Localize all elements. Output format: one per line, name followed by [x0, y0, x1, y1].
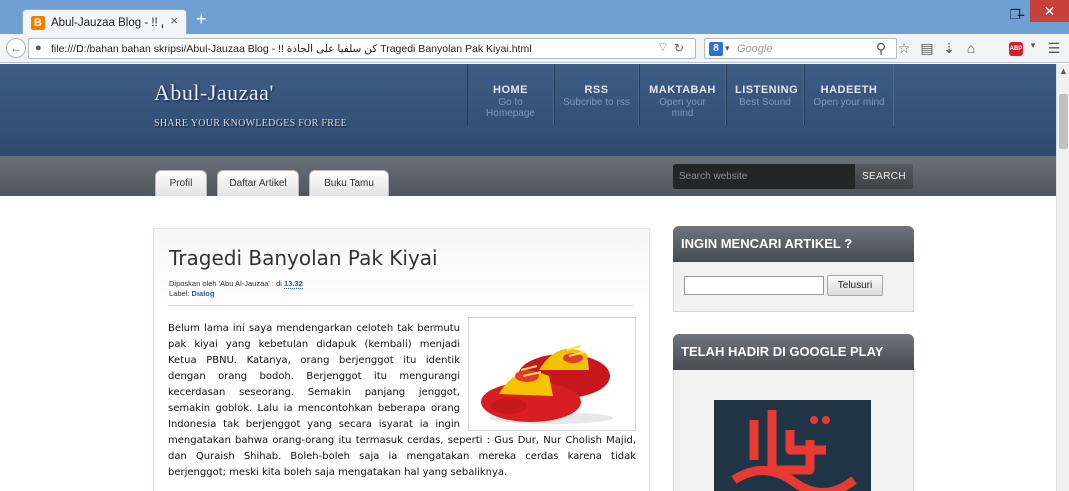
page-scrollbar[interactable]: ▲ — [1056, 64, 1069, 491]
site-header: Abul-Jauzaa' SHARE YOUR KNOWLEDGES FOR F… — [0, 64, 1056, 156]
home-icon[interactable]: ⌂ — [962, 40, 980, 56]
post-title[interactable]: Tragedi Banyolan Pak Kiyai — [169, 246, 438, 270]
adblock-dropdown-icon[interactable]: ▾ — [1024, 40, 1042, 51]
menu-item-maktabah[interactable]: MAKTABAH Open your mind — [639, 64, 726, 126]
adblock-icon[interactable]: ABP — [1009, 42, 1023, 56]
url-text[interactable]: file:///D:/bahan bahan skripsi/Abul-Jauz… — [51, 43, 611, 55]
post-divider — [168, 305, 634, 306]
close-window-button[interactable]: ✕ — [1030, 0, 1069, 22]
menu-title: LISTENING — [735, 84, 799, 96]
back-button[interactable]: ← — [6, 38, 26, 58]
history-dropdown-icon[interactable]: ▽ — [659, 42, 667, 53]
menu-subtitle: Go to Homepage — [486, 97, 535, 119]
browser-search-bar[interactable]: 8 ▾ Google — [704, 38, 897, 59]
search-magnifier-icon[interactable]: ⚲ — [872, 40, 890, 57]
tab-title: Abul-Jauzaa Blog - !! كن ... — [51, 17, 163, 29]
downloads-icon[interactable]: ⇣ — [940, 40, 958, 57]
menu-subtitle: Open your mind — [659, 97, 706, 119]
tab-buku-tamu[interactable]: Buku Tamu — [309, 170, 389, 196]
new-tab-button[interactable]: + — [196, 10, 207, 28]
menu-subtitle: Best Sound — [739, 97, 791, 108]
post-label-prefix: Label: — [169, 289, 192, 298]
navigation-toolbar: ← ● file:///D:/bahan bahan skripsi/Abul-… — [0, 34, 1069, 63]
search-engine-dropdown-icon[interactable]: ▾ — [725, 43, 730, 54]
site-tagline: SHARE YOUR KNOWLEDGES FOR FREE — [154, 118, 348, 129]
browser-tab[interactable]: B Abul-Jauzaa Blog - !! كن ... × — [22, 9, 187, 34]
menu-icon[interactable]: ☰ — [1045, 40, 1063, 57]
tab-close-icon[interactable]: × — [170, 13, 178, 28]
widget-search-title: INGIN MENCARI ARTIKEL ? — [673, 226, 914, 262]
post-time-link[interactable]: 13.32 — [284, 279, 303, 289]
menu-title: HADEETH — [820, 84, 878, 96]
menu-subtitle: Subcribe to rss — [563, 97, 630, 108]
tab-profil[interactable]: Profil — [155, 170, 207, 196]
blogger-favicon-icon: B — [31, 16, 45, 30]
bookmark-star-icon[interactable]: ☆ — [895, 40, 913, 57]
tab-daftar-artikel[interactable]: Daftar Artikel — [217, 170, 299, 196]
post-label-line: Label: Dialog — [169, 289, 214, 298]
book-cover-art — [714, 400, 871, 491]
book-cover-image[interactable] — [714, 400, 871, 491]
restore-button[interactable]: ❐ — [1002, 5, 1028, 25]
blog-post: Tragedi Banyolan Pak Kiyai Diposkan oleh… — [153, 228, 650, 491]
widget-search-box: Telusuri — [673, 262, 914, 312]
browser-titlebar: B Abul-Jauzaa Blog - !! كن ... × + – ❐ ✕ — [0, 0, 1069, 34]
post-header: Tragedi Banyolan Pak Kiyai Diposkan oleh… — [154, 229, 649, 309]
clown-shoes-image — [468, 317, 636, 431]
clown-shoes-illustration — [481, 345, 613, 424]
sidebar-search-input[interactable] — [684, 276, 824, 295]
scrollbar-thumb[interactable] — [1059, 94, 1068, 149]
search-placeholder[interactable]: Google — [737, 43, 772, 55]
menu-item-listening[interactable]: LISTENING Best Sound — [726, 64, 804, 126]
address-bar[interactable]: ● file:///D:/bahan bahan skripsi/Abul-Ja… — [28, 38, 696, 59]
post-author: Diposkan oleh 'Abu Al-Jauzaa' : di — [169, 279, 285, 288]
menu-title: RSS — [584, 84, 609, 96]
sidebar-search-button[interactable]: Telusuri — [827, 275, 883, 296]
reload-icon[interactable]: ↻ — [674, 41, 684, 55]
widget-googleplay-title: TELAH HADIR DI GOOGLE PLAY — [673, 334, 914, 370]
search-engine-icon[interactable]: 8 — [709, 42, 723, 56]
scroll-up-icon[interactable]: ▲ — [1057, 66, 1069, 76]
post-label-link[interactable]: Dialog — [192, 289, 215, 298]
post-body: Belum lama ini saya mendengarkan celoteh… — [168, 317, 636, 481]
site-search-box: Search website SEARCH — [673, 164, 913, 189]
menu-title: MAKTABAH — [649, 84, 716, 96]
bookmarks-menu-icon[interactable]: ▤ — [918, 40, 936, 57]
site-search-input[interactable]: Search website — [679, 171, 747, 182]
page-viewport: Abul-Jauzaa' SHARE YOUR KNOWLEDGES FOR F… — [0, 64, 1056, 491]
menu-title: HOME — [493, 84, 528, 96]
site-search-button[interactable]: SEARCH — [855, 164, 913, 189]
site-identity-icon[interactable]: ● — [35, 42, 42, 54]
menu-item-home[interactable]: HOME Go to Homepage — [467, 64, 554, 126]
menu-subtitle: Open your mind — [813, 97, 885, 108]
post-meta: Diposkan oleh 'Abu Al-Jauzaa' : di 13.32 — [169, 279, 303, 289]
main-menu: HOME Go to Homepage RSS Subcribe to rss … — [467, 64, 894, 126]
menu-item-hadeeth[interactable]: HADEETH Open your mind — [804, 64, 894, 126]
site-title[interactable]: Abul-Jauzaa' — [154, 80, 274, 106]
menu-item-rss[interactable]: RSS Subcribe to rss — [554, 64, 639, 126]
